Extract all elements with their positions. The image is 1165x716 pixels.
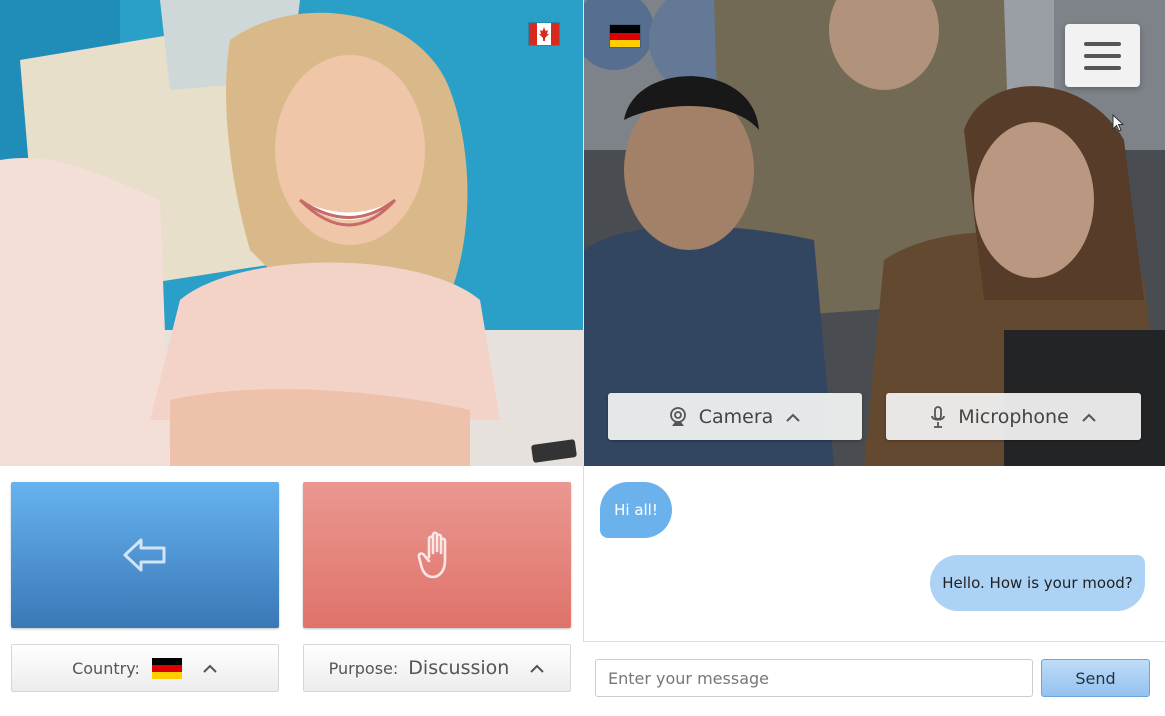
chevron-up-icon — [786, 413, 800, 422]
hamburger-menu-icon-bar — [1084, 53, 1121, 58]
own-country-flag — [610, 25, 640, 47]
chat-message-outgoing: Hello. How is your mood? — [930, 555, 1145, 611]
purpose-label: Purpose: — [328, 658, 399, 678]
microphone-icon — [931, 405, 946, 428]
purpose-value: Discussion — [408, 657, 510, 679]
arrow-left-icon — [123, 538, 166, 572]
hamburger-menu-icon — [1084, 41, 1121, 46]
menu-button[interactable] — [1065, 24, 1140, 87]
stop-button[interactable] — [303, 482, 571, 628]
partner-video-frame — [0, 0, 583, 466]
chevron-up-icon — [530, 664, 545, 673]
partner-video — [0, 0, 583, 466]
send-button[interactable]: Send — [1041, 659, 1150, 697]
back-button[interactable] — [11, 482, 279, 628]
microphone-button[interactable]: Microphone — [886, 393, 1141, 440]
raised-hand-icon — [417, 531, 447, 579]
hamburger-menu-icon-bar — [1084, 65, 1121, 70]
country-flag — [151, 657, 182, 679]
camera-button-label: Camera — [698, 405, 774, 428]
microphone-button-label: Microphone — [958, 405, 1069, 428]
mouse-cursor-icon — [1112, 114, 1124, 132]
chevron-up-icon — [1082, 413, 1096, 422]
own-video: Camera Microphone — [584, 0, 1165, 466]
message-input[interactable] — [595, 659, 1033, 697]
country-select[interactable]: Country: — [11, 644, 279, 692]
chat-panel: Hi all! Hello. How is your mood? — [583, 466, 1165, 642]
country-label: Country: — [72, 658, 140, 678]
webcam-icon — [669, 406, 686, 426]
chat-message-incoming: Hi all! — [600, 482, 672, 538]
purpose-select[interactable]: Purpose: Discussion — [303, 644, 571, 692]
chevron-up-icon — [203, 664, 217, 673]
partner-country-flag — [529, 23, 559, 45]
camera-button[interactable]: Camera — [608, 393, 862, 440]
